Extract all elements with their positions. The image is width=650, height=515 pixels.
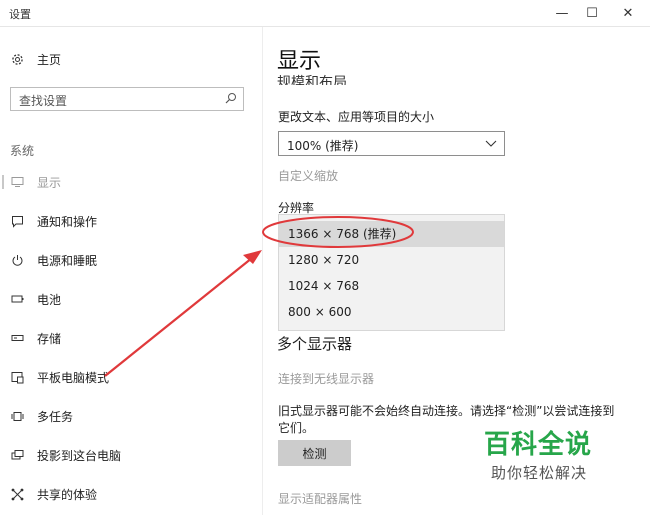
close-button[interactable]: ✕ <box>611 0 645 26</box>
resolution-dropdown-list: 1366 × 768 (推荐) 1280 × 720 1024 × 768 80… <box>278 214 505 331</box>
resolution-option[interactable]: 1366 × 768 (推荐) <box>279 221 504 247</box>
watermark-title: 百科全说 <box>484 430 593 460</box>
sidebar-item-power[interactable]: 电源和睡眠 <box>10 249 97 271</box>
custom-scaling-link[interactable]: 自定义缩放 <box>278 167 338 184</box>
scale-label: 更改文本、应用等项目的大小 <box>278 110 435 124</box>
sidebar-item-storage[interactable]: 存储 <box>10 327 61 349</box>
wireless-display-link[interactable]: 连接到无线显示器 <box>278 370 374 387</box>
project-icon <box>10 448 24 462</box>
sidebar-item-label: 电池 <box>37 292 62 307</box>
battery-icon <box>10 292 24 306</box>
sidebar-item-label: 平板电脑模式 <box>37 370 110 385</box>
resolution-option[interactable]: 1024 × 768 <box>279 273 504 299</box>
sidebar-item-battery[interactable]: 电池 <box>10 288 61 310</box>
multiple-displays-heading: 多个显示器 <box>277 335 353 353</box>
resolution-option[interactable]: 1280 × 720 <box>279 247 504 273</box>
sidebar-item-multitasking[interactable]: 多任务 <box>10 405 73 427</box>
resolution-option[interactable]: 800 × 600 <box>279 299 504 325</box>
gear-icon <box>10 52 24 66</box>
sidebar-item-tablet-mode[interactable]: 平板电脑模式 <box>10 366 109 388</box>
search-placeholder: 查找设置 <box>19 94 68 108</box>
multitask-icon <box>10 409 24 423</box>
sidebar-item-shared-experiences[interactable]: 共享的体验 <box>10 483 97 505</box>
sidebar-item-label: 共享的体验 <box>37 487 98 502</box>
sidebar-item-label: 投影到这台电脑 <box>37 448 122 463</box>
notification-icon <box>10 214 24 228</box>
search-icon <box>225 92 237 104</box>
selection-indicator <box>2 175 4 189</box>
sidebar-item-label: 通知和操作 <box>37 214 98 229</box>
section-label: 系统 <box>10 144 35 158</box>
old-display-text-cont: 它们。 <box>278 421 315 435</box>
minimize-button[interactable]: — <box>545 0 579 26</box>
sidebar: 主页 查找设置 系统 显示 通知和操作 电源和睡眠 电池 存储 平板电脑模式 多… <box>0 27 263 515</box>
sidebar-item-home[interactable]: 主页 <box>10 48 61 70</box>
storage-icon <box>10 331 24 345</box>
watermark-subtitle: 助你轻松解决 <box>491 464 588 482</box>
tablet-mode-icon <box>10 370 24 384</box>
display-adapter-link[interactable]: 显示适配器属性 <box>278 490 362 507</box>
sidebar-item-projecting[interactable]: 投影到这台电脑 <box>10 444 121 466</box>
power-icon <box>10 253 24 267</box>
sidebar-item-display[interactable]: 显示 <box>10 171 61 193</box>
maximize-button[interactable]: ☐ <box>575 0 609 26</box>
scale-value: 100% (推荐) <box>287 139 359 153</box>
scale-dropdown[interactable]: 100% (推荐) <box>278 131 505 156</box>
sidebar-item-label: 电源和睡眠 <box>37 253 98 268</box>
page-title: 显示 <box>277 49 322 74</box>
old-display-text: 旧式显示器可能不会始终自动连接。请选择“检测”以尝试连接到 <box>278 404 615 418</box>
detect-button[interactable]: 检测 <box>278 440 351 466</box>
sidebar-item-label: 多任务 <box>37 409 74 424</box>
title-bar: 设置 — ☐ ✕ <box>0 0 650 27</box>
search-input[interactable]: 查找设置 <box>10 87 244 111</box>
share-icon <box>10 487 24 501</box>
sidebar-item-notifications[interactable]: 通知和操作 <box>10 210 97 232</box>
monitor-icon <box>10 175 24 189</box>
chevron-down-icon <box>485 137 497 149</box>
sidebar-item-label: 主页 <box>37 52 62 67</box>
sidebar-item-label: 存储 <box>37 331 62 346</box>
window-title: 设置 <box>9 8 31 21</box>
watermark: 百科全说 助你轻松解决 <box>466 422 614 492</box>
scale-layout-heading: 规模和布局 <box>277 75 347 85</box>
sidebar-item-label: 显示 <box>37 175 62 190</box>
